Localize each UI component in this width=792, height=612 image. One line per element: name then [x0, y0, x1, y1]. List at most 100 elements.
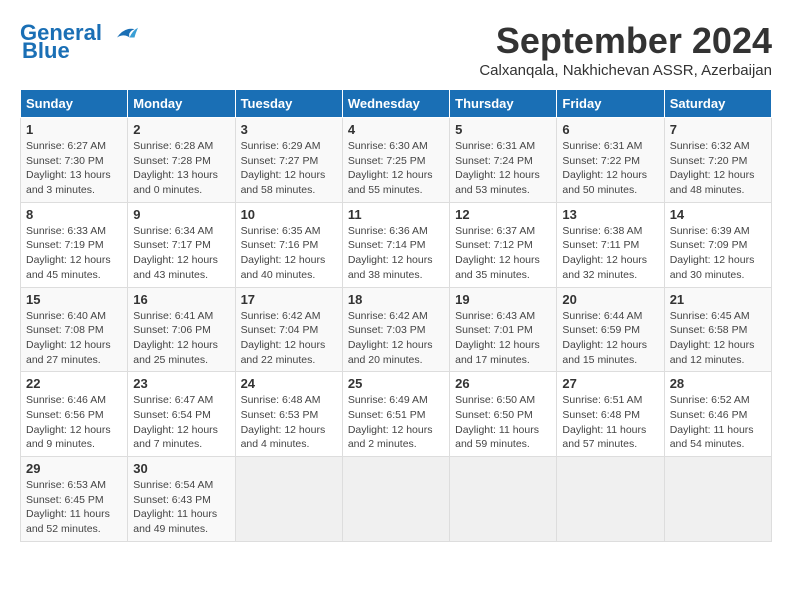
day-info: Sunrise: 6:44 AM Sunset: 6:59 PM Dayligh… — [562, 309, 658, 368]
month-title: September 2024 — [479, 20, 772, 62]
table-row: 6 Sunrise: 6:31 AM Sunset: 7:22 PM Daylig… — [557, 118, 664, 203]
day-number: 15 — [26, 292, 122, 307]
day-number: 5 — [455, 122, 551, 137]
table-row: 18Sunrise: 6:42 AM Sunset: 7:03 PM Dayli… — [342, 287, 449, 372]
day-number: 3 — [241, 122, 337, 137]
day-info: Sunrise: 6:38 AM Sunset: 7:11 PM Dayligh… — [562, 224, 658, 283]
day-info: Sunrise: 6:40 AM Sunset: 7:08 PM Dayligh… — [26, 309, 122, 368]
day-info: Sunrise: 6:52 AM Sunset: 6:46 PM Dayligh… — [670, 393, 766, 452]
table-row: 12Sunrise: 6:37 AM Sunset: 7:12 PM Dayli… — [450, 202, 557, 287]
day-number: 4 — [348, 122, 444, 137]
day-number: 10 — [241, 207, 337, 222]
day-number: 14 — [670, 207, 766, 222]
table-row — [664, 457, 771, 542]
day-info: Sunrise: 6:34 AM Sunset: 7:17 PM Dayligh… — [133, 224, 229, 283]
logo: General Blue — [20, 20, 138, 64]
calendar-week-row: 29 Sunrise: 6:53 AM Sunset: 6:45 PM Dayli… — [21, 457, 772, 542]
day-info: Sunrise: 6:46 AM Sunset: 6:56 PM Dayligh… — [26, 393, 122, 452]
title-section: September 2024 Calxanqala, Nakhichevan A… — [479, 20, 772, 79]
table-row: 20 Sunrise: 6:44 AM Sunset: 6:59 PM Dayli… — [557, 287, 664, 372]
day-number: 12 — [455, 207, 551, 222]
day-number: 28 — [670, 376, 766, 391]
table-row: 8 Sunrise: 6:33 AM Sunset: 7:19 PM Daylig… — [21, 202, 128, 287]
day-info: Sunrise: 6:31 AM Sunset: 7:22 PM Dayligh… — [562, 139, 658, 198]
day-number: 16 — [133, 292, 229, 307]
table-row: 11 Sunrise: 6:36 AM Sunset: 7:14 PM Dayli… — [342, 202, 449, 287]
table-row: 9Sunrise: 6:34 AM Sunset: 7:17 PM Daylig… — [128, 202, 235, 287]
logo-bird-icon — [110, 23, 138, 45]
calendar-week-row: 1 Sunrise: 6:27 AM Sunset: 7:30 PM Daylig… — [21, 118, 772, 203]
day-number: 21 — [670, 292, 766, 307]
calendar-table: Sunday Monday Tuesday Wednesday Thursday… — [20, 89, 772, 542]
day-number: 25 — [348, 376, 444, 391]
table-row — [342, 457, 449, 542]
day-number: 1 — [26, 122, 122, 137]
day-info: Sunrise: 6:54 AM Sunset: 6:43 PM Dayligh… — [133, 478, 229, 537]
calendar-week-row: 22 Sunrise: 6:46 AM Sunset: 6:56 PM Dayli… — [21, 372, 772, 457]
day-number: 27 — [562, 376, 658, 391]
day-info: Sunrise: 6:33 AM Sunset: 7:19 PM Dayligh… — [26, 224, 122, 283]
calendar-week-row: 15 Sunrise: 6:40 AM Sunset: 7:08 PM Dayli… — [21, 287, 772, 372]
day-number: 6 — [562, 122, 658, 137]
day-number: 24 — [241, 376, 337, 391]
col-tuesday: Tuesday — [235, 90, 342, 118]
day-info: Sunrise: 6:27 AM Sunset: 7:30 PM Dayligh… — [26, 139, 122, 198]
table-row: 16 Sunrise: 6:41 AM Sunset: 7:06 PM Dayli… — [128, 287, 235, 372]
table-row: 23 Sunrise: 6:47 AM Sunset: 6:54 PM Dayli… — [128, 372, 235, 457]
day-number: 11 — [348, 207, 444, 222]
col-wednesday: Wednesday — [342, 90, 449, 118]
day-info: Sunrise: 6:47 AM Sunset: 6:54 PM Dayligh… — [133, 393, 229, 452]
day-number: 13 — [562, 207, 658, 222]
day-number: 19 — [455, 292, 551, 307]
table-row: 3 Sunrise: 6:29 AM Sunset: 7:27 PM Daylig… — [235, 118, 342, 203]
table-row — [557, 457, 664, 542]
day-info: Sunrise: 6:42 AM Sunset: 7:04 PM Dayligh… — [241, 309, 337, 368]
day-info: Sunrise: 6:42 AM Sunset: 7:03 PM Dayligh… — [348, 309, 444, 368]
table-row: 25Sunrise: 6:49 AM Sunset: 6:51 PM Dayli… — [342, 372, 449, 457]
day-number: 29 — [26, 461, 122, 476]
col-thursday: Thursday — [450, 90, 557, 118]
table-row: 28 Sunrise: 6:52 AM Sunset: 6:46 PM Dayli… — [664, 372, 771, 457]
table-row — [450, 457, 557, 542]
table-row — [235, 457, 342, 542]
day-info: Sunrise: 6:48 AM Sunset: 6:53 PM Dayligh… — [241, 393, 337, 452]
logo-blue-text: Blue — [22, 38, 70, 64]
day-number: 8 — [26, 207, 122, 222]
table-row: 15 Sunrise: 6:40 AM Sunset: 7:08 PM Dayli… — [21, 287, 128, 372]
table-row: 2 Sunrise: 6:28 AM Sunset: 7:28 PM Daylig… — [128, 118, 235, 203]
day-number: 23 — [133, 376, 229, 391]
day-number: 26 — [455, 376, 551, 391]
day-info: Sunrise: 6:36 AM Sunset: 7:14 PM Dayligh… — [348, 224, 444, 283]
table-row: 14 Sunrise: 6:39 AM Sunset: 7:09 PM Dayli… — [664, 202, 771, 287]
table-row: 27 Sunrise: 6:51 AM Sunset: 6:48 PM Dayli… — [557, 372, 664, 457]
day-info: Sunrise: 6:50 AM Sunset: 6:50 PM Dayligh… — [455, 393, 551, 452]
col-friday: Friday — [557, 90, 664, 118]
page-header: General Blue September 2024 Calxanqala, … — [20, 20, 772, 79]
table-row: 22 Sunrise: 6:46 AM Sunset: 6:56 PM Dayli… — [21, 372, 128, 457]
day-info: Sunrise: 6:41 AM Sunset: 7:06 PM Dayligh… — [133, 309, 229, 368]
day-info: Sunrise: 6:28 AM Sunset: 7:28 PM Dayligh… — [133, 139, 229, 198]
day-number: 2 — [133, 122, 229, 137]
location-title: Calxanqala, Nakhichevan ASSR, Azerbaijan — [479, 62, 772, 79]
col-saturday: Saturday — [664, 90, 771, 118]
day-info: Sunrise: 6:39 AM Sunset: 7:09 PM Dayligh… — [670, 224, 766, 283]
day-number: 7 — [670, 122, 766, 137]
col-sunday: Sunday — [21, 90, 128, 118]
table-row: 21 Sunrise: 6:45 AM Sunset: 6:58 PM Dayli… — [664, 287, 771, 372]
table-row: 4Sunrise: 6:30 AM Sunset: 7:25 PM Daylig… — [342, 118, 449, 203]
day-info: Sunrise: 6:31 AM Sunset: 7:24 PM Dayligh… — [455, 139, 551, 198]
day-number: 30 — [133, 461, 229, 476]
table-row: 24 Sunrise: 6:48 AM Sunset: 6:53 PM Dayli… — [235, 372, 342, 457]
day-info: Sunrise: 6:53 AM Sunset: 6:45 PM Dayligh… — [26, 478, 122, 537]
day-number: 22 — [26, 376, 122, 391]
day-number: 20 — [562, 292, 658, 307]
day-info: Sunrise: 6:32 AM Sunset: 7:20 PM Dayligh… — [670, 139, 766, 198]
day-info: Sunrise: 6:51 AM Sunset: 6:48 PM Dayligh… — [562, 393, 658, 452]
day-info: Sunrise: 6:29 AM Sunset: 7:27 PM Dayligh… — [241, 139, 337, 198]
day-info: Sunrise: 6:45 AM Sunset: 6:58 PM Dayligh… — [670, 309, 766, 368]
calendar-week-row: 8 Sunrise: 6:33 AM Sunset: 7:19 PM Daylig… — [21, 202, 772, 287]
table-row: 26 Sunrise: 6:50 AM Sunset: 6:50 PM Dayli… — [450, 372, 557, 457]
table-row: 5 Sunrise: 6:31 AM Sunset: 7:24 PM Daylig… — [450, 118, 557, 203]
calendar-header-row: Sunday Monday Tuesday Wednesday Thursday… — [21, 90, 772, 118]
day-number: 17 — [241, 292, 337, 307]
